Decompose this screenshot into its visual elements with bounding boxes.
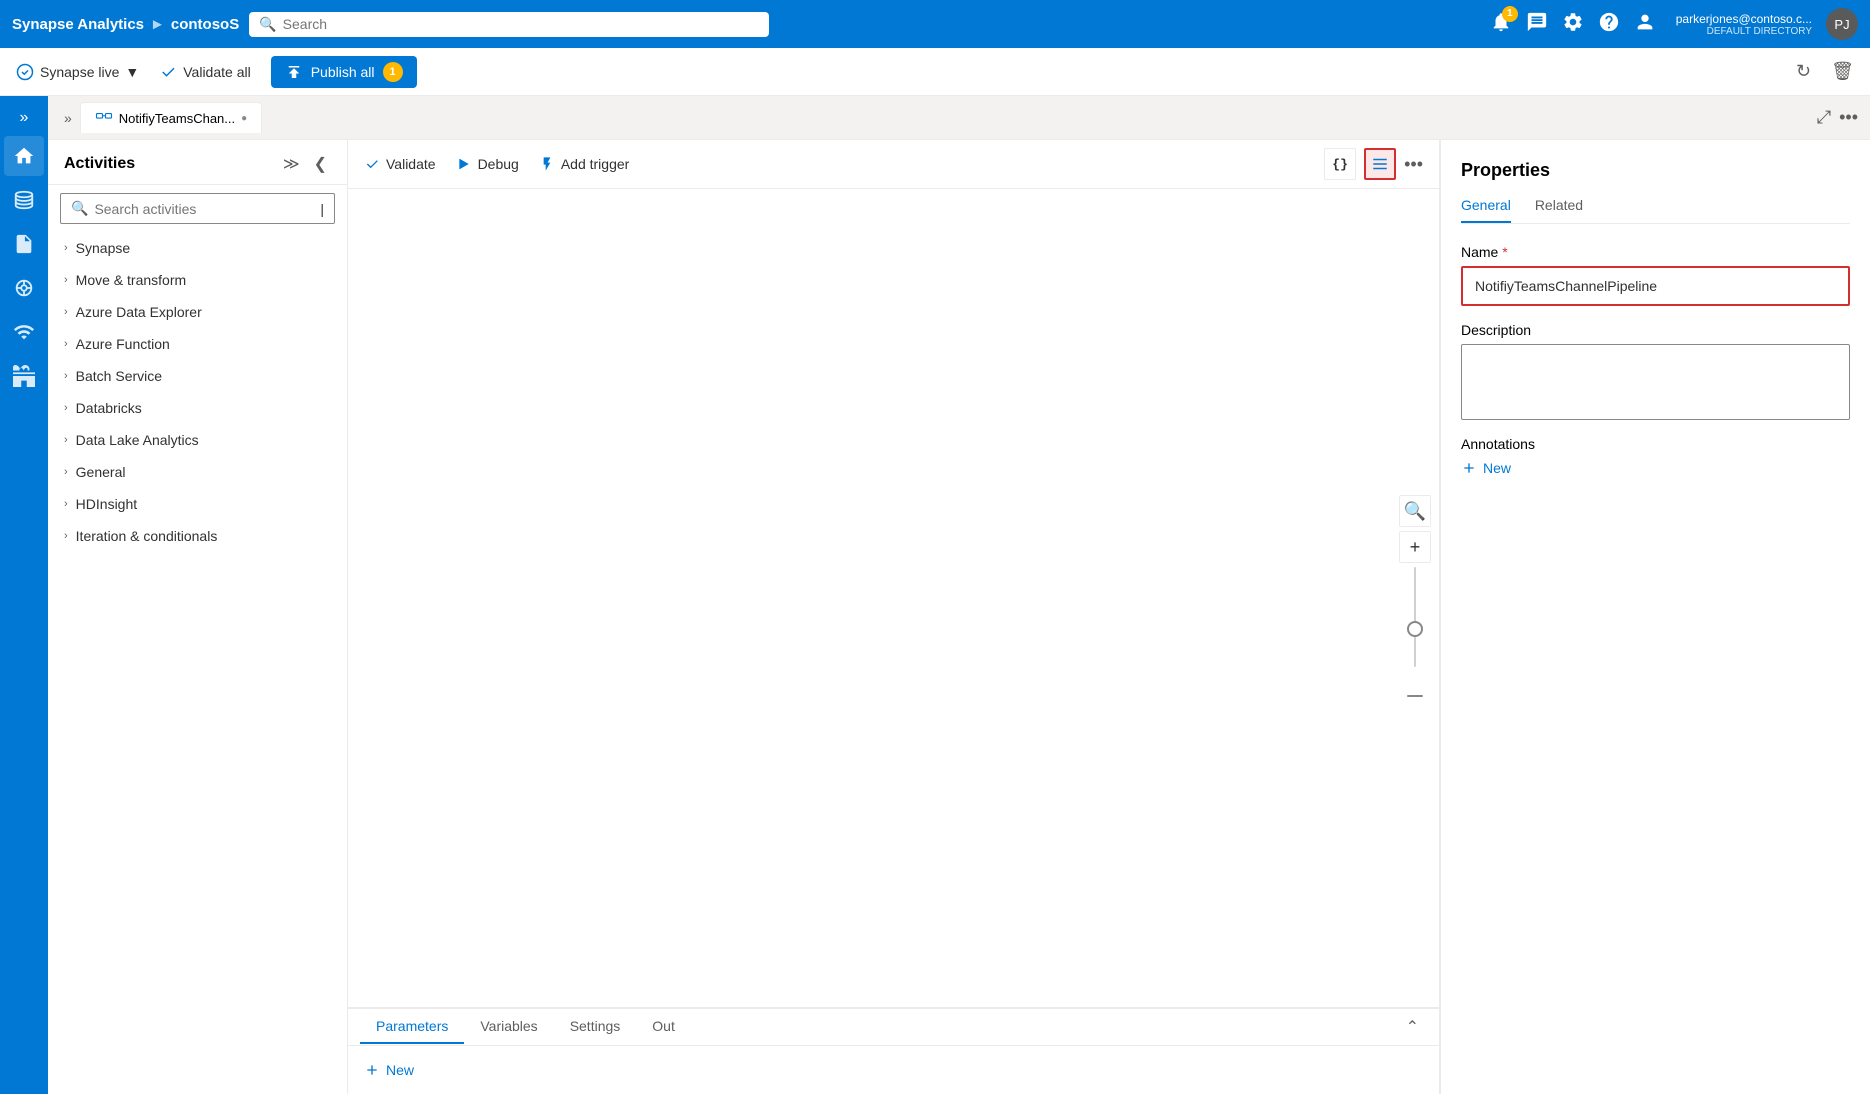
canvas-more-button[interactable]: ••• xyxy=(1404,154,1423,175)
feedback-icon[interactable] xyxy=(1526,11,1548,38)
search-activities-input[interactable] xyxy=(94,201,314,217)
sidebar-item-manage[interactable] xyxy=(4,356,44,396)
sidebar-item-integrate[interactable] xyxy=(4,268,44,308)
tab-modified-dot: ● xyxy=(241,113,247,124)
refresh-button[interactable]: ↻ xyxy=(1796,61,1811,82)
settings-icon[interactable] xyxy=(1562,11,1584,38)
help-icon[interactable] xyxy=(1598,11,1620,38)
properties-panel: Properties General Related Name * Descri… xyxy=(1440,140,1870,1094)
debug-button[interactable]: Debug xyxy=(456,156,519,172)
description-label: Description xyxy=(1461,322,1850,338)
tab-output[interactable]: Out xyxy=(636,1010,691,1044)
activities-collapse-left-icon[interactable]: ❮ xyxy=(310,152,331,176)
sidebar-item-monitor[interactable] xyxy=(4,312,44,352)
user-section: parkerjones@contoso.c... DEFAULT DIRECTO… xyxy=(1676,12,1812,37)
sidebar-item-develop[interactable] xyxy=(4,224,44,264)
search-input[interactable] xyxy=(283,16,760,32)
activities-title: Activities xyxy=(64,155,279,173)
zoom-search-button[interactable]: 🔍 xyxy=(1399,495,1431,527)
add-annotation-button[interactable]: New xyxy=(1461,460,1850,476)
tab-variables[interactable]: Variables xyxy=(464,1010,553,1044)
zoom-panel: 🔍 + xyxy=(1399,495,1431,701)
canvas-toolbar: Validate Debug Add trigger {} xyxy=(348,140,1439,189)
activity-groups: ›Synapse›Move & transform›Azure Data Exp… xyxy=(48,232,347,552)
synapse-live-selector[interactable]: Synapse live ▼ xyxy=(16,63,139,81)
search-icon: 🔍 xyxy=(259,16,276,33)
properties-title: Properties xyxy=(1461,160,1850,181)
canvas-content: 🔍 + xyxy=(348,189,1439,1007)
activities-panel: Activities ≫ ❮ 🔍 | ›Synapse›Move & trans… xyxy=(48,140,348,1094)
notification-icon[interactable]: 1 xyxy=(1490,11,1512,38)
zoom-in-button[interactable]: + xyxy=(1399,531,1431,563)
publish-badge: 1 xyxy=(383,62,403,82)
main-toolbar: Synapse live ▼ Validate all Publish all … xyxy=(0,48,1870,96)
tab-more-button[interactable]: ••• xyxy=(1839,107,1858,128)
activities-header: Activities ≫ ❮ xyxy=(48,140,347,185)
name-field-label: Name * xyxy=(1461,244,1850,260)
cursor-indicator: | xyxy=(320,201,324,217)
expand-tabs-button[interactable]: » xyxy=(60,106,76,130)
activity-group-item[interactable]: ›General xyxy=(48,456,347,488)
avatar[interactable]: PJ xyxy=(1826,8,1858,40)
code-view-button[interactable]: {} xyxy=(1324,148,1356,180)
name-input[interactable] xyxy=(1465,270,1846,302)
required-indicator: * xyxy=(1502,244,1507,260)
activity-group-item[interactable]: ›HDInsight xyxy=(48,488,347,520)
annotations-label: Annotations xyxy=(1461,436,1850,452)
tab-settings[interactable]: Settings xyxy=(554,1010,637,1044)
activity-group-item[interactable]: ›Iteration & conditionals xyxy=(48,520,347,552)
validate-button[interactable]: Validate xyxy=(364,156,436,172)
app-brand: Synapse Analytics ► contosoS xyxy=(12,16,239,33)
sidebar-icons: » xyxy=(0,96,48,1094)
notification-badge: 1 xyxy=(1502,6,1518,22)
search-activities-icon: 🔍 xyxy=(71,200,88,217)
sidebar-item-data[interactable] xyxy=(4,180,44,220)
publish-all-button[interactable]: Publish all 1 xyxy=(271,56,417,88)
activities-collapse-icon[interactable]: ≫ xyxy=(279,152,304,176)
tab-bar: » NotifiyTeamsChan... ● ⤢ ••• xyxy=(48,96,1870,140)
bottom-tabs: Parameters Variables Settings Out ⌃ New xyxy=(348,1007,1439,1094)
validate-all-button[interactable]: Validate all xyxy=(159,63,250,81)
pipeline-canvas: Validate Debug Add trigger {} xyxy=(348,140,1440,1094)
search-bar[interactable]: 🔍 xyxy=(249,12,769,37)
profile-icon[interactable] xyxy=(1634,11,1656,38)
properties-panel-button[interactable] xyxy=(1364,148,1396,180)
tab-label: NotifiyTeamsChan... xyxy=(119,111,235,126)
add-trigger-button[interactable]: Add trigger xyxy=(539,156,629,172)
activity-group-item[interactable]: ›Data Lake Analytics xyxy=(48,424,347,456)
bottom-tab-bar: Parameters Variables Settings Out ⌃ xyxy=(348,1009,1439,1046)
collapse-sidebar-button[interactable]: » xyxy=(4,104,44,132)
delete-button[interactable]: 🗑 xyxy=(1831,61,1854,82)
activity-group-item[interactable]: ›Azure Data Explorer xyxy=(48,296,347,328)
zoom-slider[interactable] xyxy=(1414,567,1416,687)
bottom-content: New xyxy=(348,1046,1439,1094)
prop-tab-general[interactable]: General xyxy=(1461,197,1511,223)
activity-group-item[interactable]: ›Synapse xyxy=(48,232,347,264)
activity-group-item[interactable]: ›Azure Function xyxy=(48,328,347,360)
prop-tab-related[interactable]: Related xyxy=(1535,197,1583,223)
description-textarea[interactable] xyxy=(1461,344,1850,420)
pipeline-tab[interactable]: NotifiyTeamsChan... ● xyxy=(80,102,262,133)
sidebar-item-home[interactable] xyxy=(4,136,44,176)
add-parameter-button[interactable]: New xyxy=(364,1062,414,1078)
name-field-wrapper xyxy=(1461,266,1850,306)
zoom-separator xyxy=(1407,695,1423,697)
bottom-tabs-collapse[interactable]: ⌃ xyxy=(1398,1009,1427,1045)
tab-parameters[interactable]: Parameters xyxy=(360,1010,464,1044)
activity-group-item[interactable]: ›Databricks xyxy=(48,392,347,424)
tab-expand-button[interactable]: ⤢ xyxy=(1817,107,1831,128)
search-activities-container[interactable]: 🔍 | xyxy=(60,193,335,224)
activity-group-item[interactable]: ›Move & transform xyxy=(48,264,347,296)
activity-group-item[interactable]: ›Batch Service xyxy=(48,360,347,392)
properties-tabs: General Related xyxy=(1461,197,1850,224)
